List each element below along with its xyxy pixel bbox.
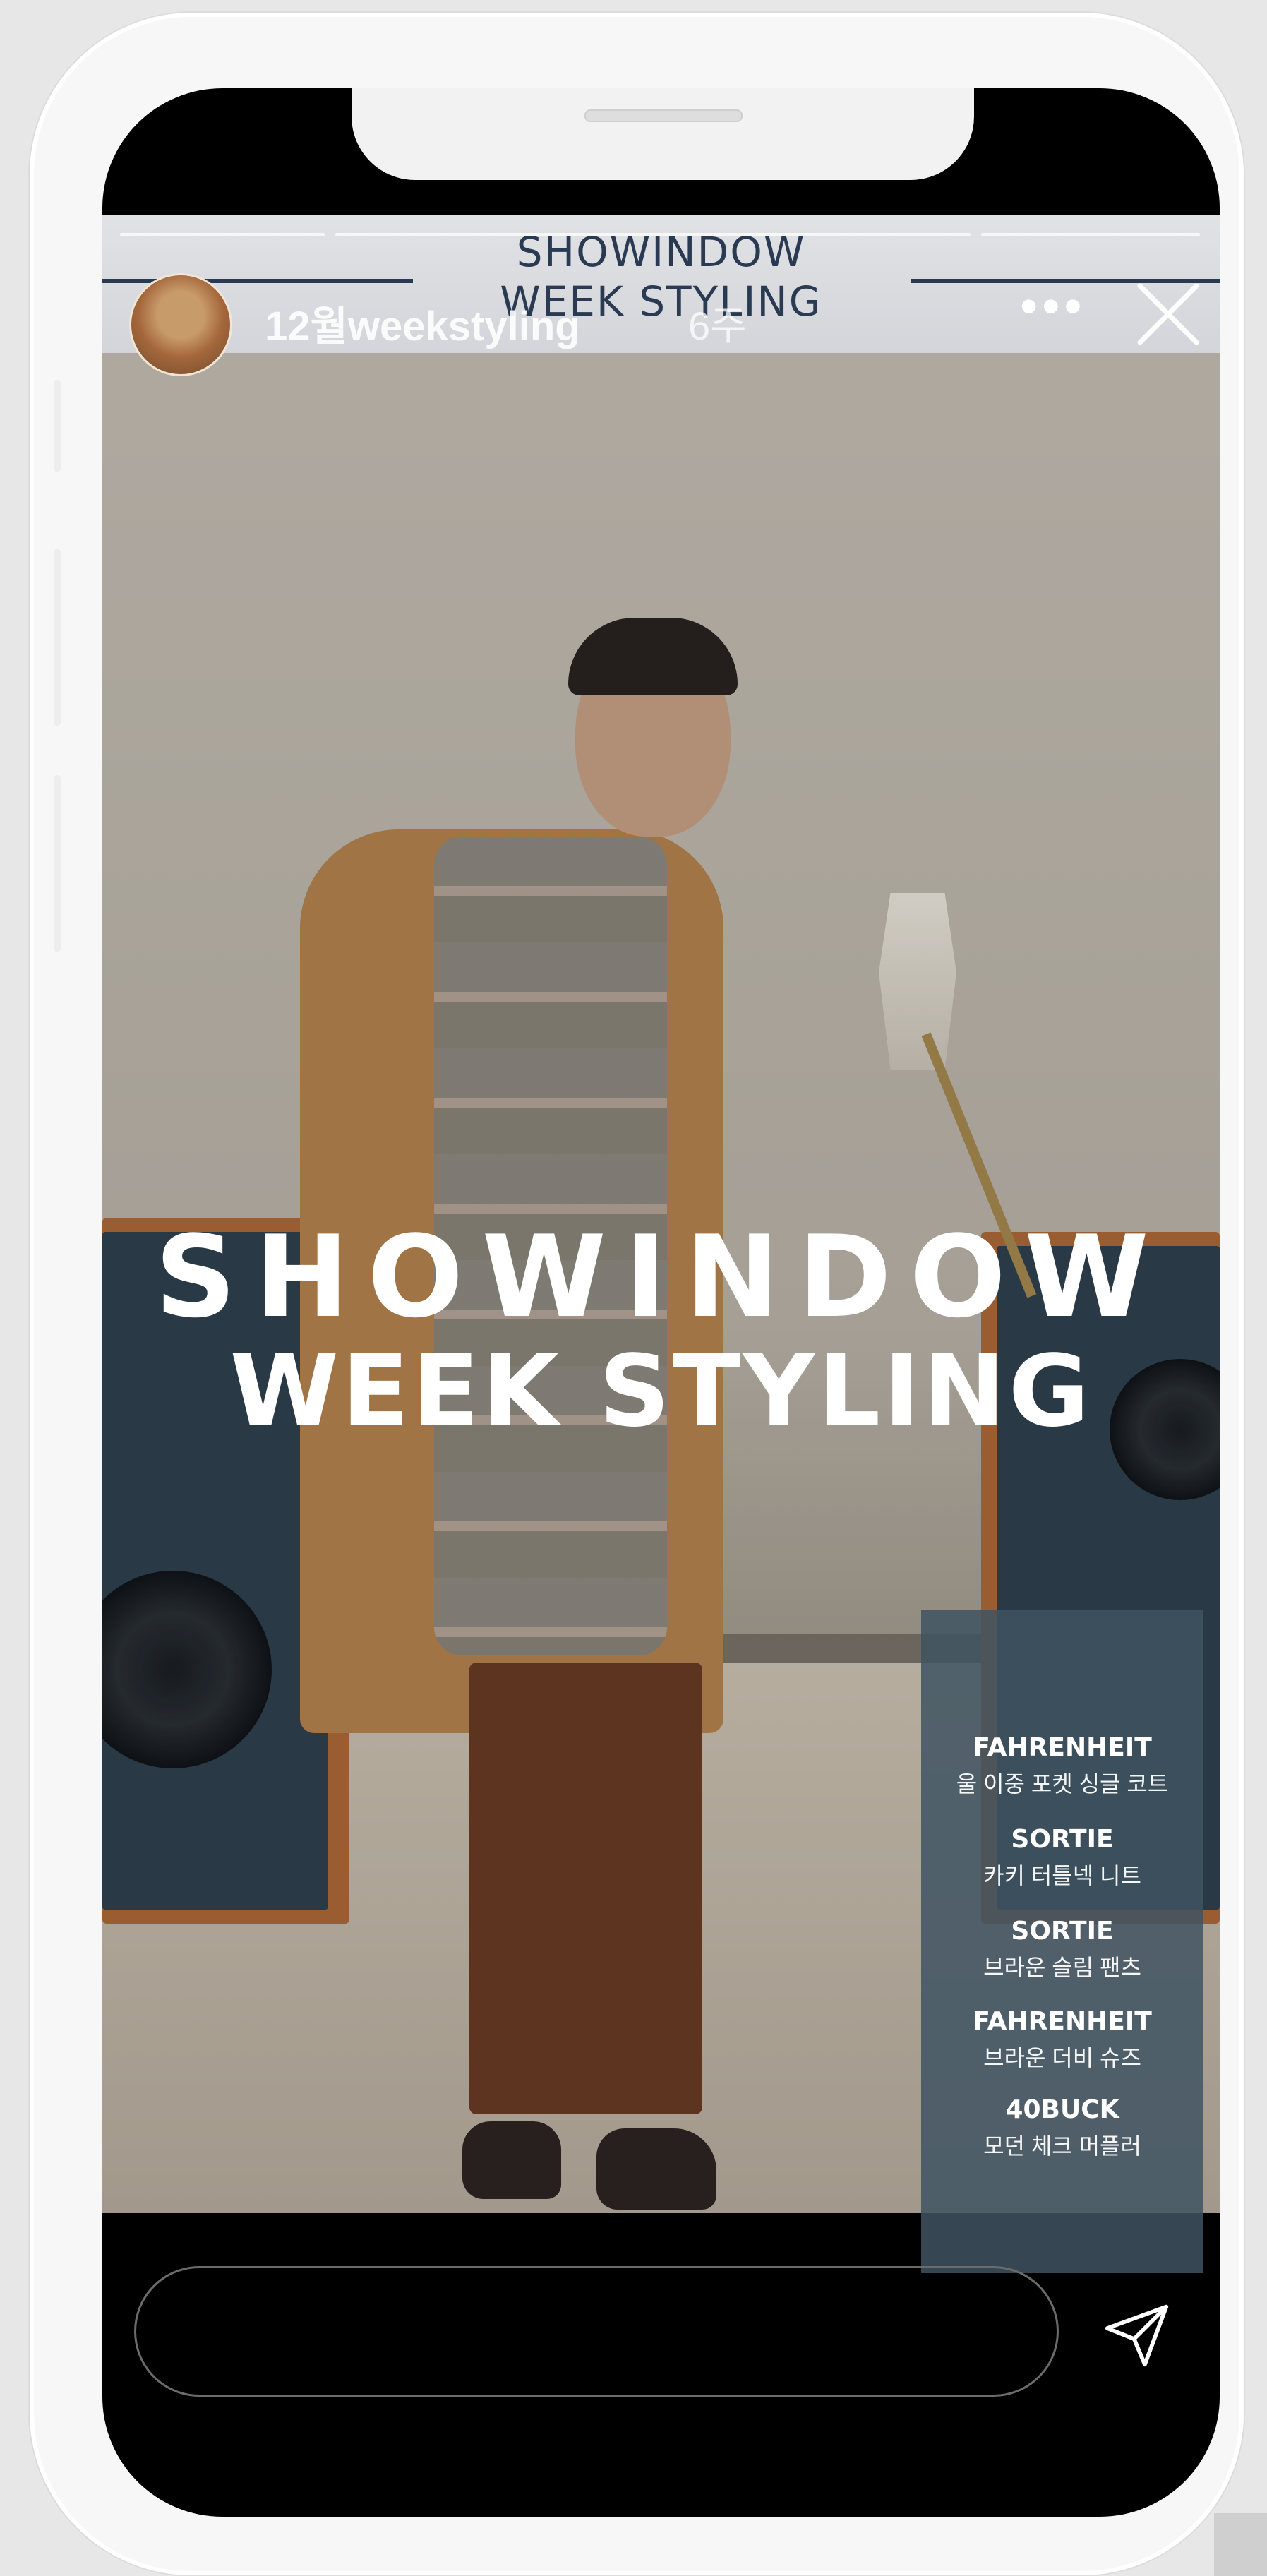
credit-product: 브라운 더비 슈즈	[983, 2045, 1141, 2071]
earpiece-speaker	[584, 109, 743, 122]
credit-brand: FAHRENHEIT	[973, 1733, 1152, 1762]
phone-screen: SHOWINDOW WEEK STYLING 12월weekstyling 6주…	[102, 88, 1220, 2517]
volume-down-button	[54, 775, 61, 952]
banner-rule-left	[102, 279, 413, 283]
credit-product: 브라운 슬림 팬츠	[983, 1955, 1141, 1980]
credit-item: FAHRENHEIT 브라운 더비 슈즈	[921, 2007, 1203, 2073]
credit-product: 모던 체크 머플러	[983, 2133, 1141, 2159]
notch	[352, 88, 974, 180]
headline-line2: WEEK STYLING	[229, 1334, 1093, 1449]
credit-brand: FAHRENHEIT	[973, 2007, 1152, 2036]
close-icon[interactable]	[1133, 279, 1203, 349]
headline-line1: SHOWINDOW	[155, 1211, 1167, 1343]
background-shadow	[1214, 2513, 1267, 2576]
credit-brand: 40BUCK	[1005, 2095, 1119, 2124]
credit-item: 40BUCK 모던 체크 머플러	[921, 2095, 1203, 2161]
credit-item: FAHRENHEIT 울 이중 포켓 싱글 코트	[921, 1733, 1203, 1799]
credit-product: 카키 터틀넥 니트	[983, 1863, 1141, 1888]
reply-input[interactable]	[134, 2266, 1059, 2397]
story-username[interactable]: 12월weekstyling	[265, 293, 580, 352]
credit-brand: SORTIE	[1011, 1825, 1114, 1854]
credit-product: 울 이중 포켓 싱글 코트	[956, 1771, 1169, 1797]
credit-item: SORTIE 브라운 슬림 팬츠	[921, 1917, 1203, 1982]
credit-brand: SORTIE	[1011, 1917, 1114, 1946]
product-credits-panel: FAHRENHEIT 울 이중 포켓 싱글 코트 SORTIE 카키 터틀넥 니…	[921, 1610, 1203, 2273]
story-progress-segment-2	[335, 233, 971, 236]
story-progress-segment-3	[981, 233, 1200, 236]
profile-avatar[interactable]	[129, 273, 232, 376]
credit-item: SORTIE 카키 터틀넥 니트	[921, 1825, 1203, 1891]
volume-up-button	[54, 549, 61, 726]
story-progress-segment-1	[120, 233, 325, 236]
send-icon[interactable]	[1103, 2301, 1170, 2368]
ellipsis-icon[interactable]: •••	[1020, 277, 1086, 335]
mute-switch	[54, 380, 61, 472]
story-time: 6주	[688, 304, 747, 348]
